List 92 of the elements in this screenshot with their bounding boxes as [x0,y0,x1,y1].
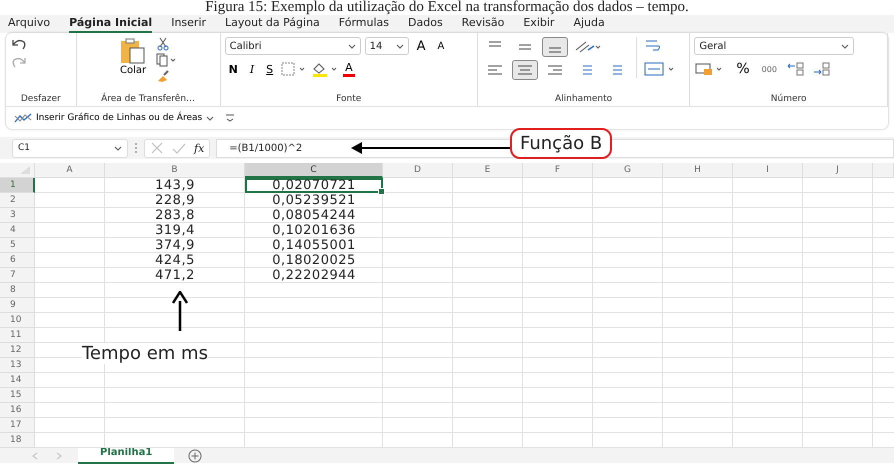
column-header[interactable]: F [523,163,593,178]
row-header[interactable]: 13 [0,358,35,373]
row-header[interactable]: 5 [0,238,35,253]
shrink-font-button[interactable]: A [434,40,448,52]
number-format-dropdown[interactable]: Geral [694,37,854,55]
row-header[interactable]: 8 [0,283,35,298]
paste-button[interactable]: Colar [118,37,148,76]
chevron-down-icon [114,146,122,150]
row-header[interactable]: 11 [0,328,35,343]
column-header[interactable]: C [245,163,383,178]
column-header[interactable]: I [733,163,803,178]
add-sheet-icon[interactable] [188,448,202,462]
column-header[interactable]: H [663,163,733,178]
copy-icon[interactable] [156,53,178,67]
table-cell: 283,8 [155,208,195,223]
row-header[interactable]: 6 [0,253,35,268]
row-header[interactable]: 1 [0,178,35,193]
font-name-dropdown[interactable]: Calibri [224,37,361,55]
column-header[interactable]: J [803,163,873,178]
font-size-dropdown[interactable]: 14 [364,37,409,55]
vertical-align-icon[interactable] [542,37,568,57]
figure-caption: Figura 15: Exemplo da utilização do Excel na transformação dos dados – tempo. [204,0,690,15]
insert-chart-button[interactable]: Inserir Gráfico de Linhas ou de Áreas [14,112,214,124]
ribbon-tab[interactable]: Revisão [462,16,504,31]
table-cell: 374,9 [155,238,195,253]
brush-icon[interactable] [156,69,170,83]
column-header[interactable]: B [105,163,245,178]
font-style-button[interactable]: I [246,62,258,76]
row-header[interactable]: 3 [0,208,35,223]
thousands-button[interactable]: 000 [758,64,781,74]
customize-toolbar-icon[interactable] [224,113,236,123]
table-cell: 0,18020025 [272,253,356,268]
font-style-button[interactable]: N [224,62,242,76]
table-cell: 0,22202944 [272,268,356,283]
row-header[interactable]: 18 [0,433,35,448]
scissors-icon[interactable] [156,37,170,51]
row-header[interactable]: 4 [0,223,35,238]
column-header[interactable]: D [383,163,453,178]
group-label: Alinhamento [554,94,614,104]
chevron-down-icon [841,44,850,48]
ribbon-tab[interactable]: Dados [408,16,443,31]
table-cell: 0,10201636 [272,223,356,238]
chevron-down-icon [396,44,404,48]
table-cell: 0,08054244 [272,208,356,223]
chevron-down-icon [348,44,356,48]
group-label: Número [770,94,808,104]
table-cell: 424,5 [155,253,195,268]
table-cell: 0,02070721 [272,178,356,193]
ribbon-tab[interactable]: Exibir [523,16,554,31]
row-header[interactable]: 7 [0,268,35,283]
font-color-button[interactable]: A [343,61,355,77]
table-cell: 228,9 [155,193,195,208]
ribbon-tab[interactable]: Fórmulas [338,16,390,31]
more-icon [134,142,138,154]
font-style-button[interactable]: S [262,62,278,76]
line-chart-icon [14,112,32,124]
chevron-down-icon [206,116,214,120]
ribbon-tab[interactable]: Inserir [171,16,206,31]
row-header[interactable]: 9 [0,298,35,313]
annotation-label: Função B [510,128,612,159]
column-header[interactable]: E [453,163,523,178]
grow-font-button[interactable]: A [412,38,430,54]
horizontal-align-icon[interactable] [512,60,538,80]
row-header[interactable]: 16 [0,403,35,418]
table-cell: 319,4 [155,223,195,238]
table-cell: 0,14055001 [272,238,356,253]
row-header[interactable]: 15 [0,388,35,403]
row-header[interactable]: 17 [0,418,35,433]
border-icon[interactable] [281,62,308,76]
row-header[interactable]: 12 [0,343,35,358]
group-label: Área de Transferên… [101,94,196,104]
annotation-label: Tempo em ms [82,343,208,364]
row-header[interactable]: 2 [0,193,35,208]
ribbon-tab[interactable]: Layout da Página [225,16,320,31]
column-header[interactable]: A [35,163,105,178]
ribbon-tab[interactable]: Arquivo [8,16,50,31]
table-cell: 471,2 [155,268,195,283]
sheet-tab[interactable]: Planilha1 [78,447,174,464]
row-header[interactable]: 14 [0,373,35,388]
group-label: Desfazer [20,94,62,104]
row-header[interactable]: 10 [0,313,35,328]
name-box[interactable]: C1 [12,138,128,158]
group-label: Fonte [335,94,362,104]
percent-button[interactable]: % [732,61,754,77]
fill-color-icon[interactable] [311,61,340,77]
table-cell: 143,9 [155,178,195,193]
selected-cell[interactable]: 0,02070721 [245,178,383,193]
ribbon-tab[interactable]: Ajuda [573,16,605,31]
insert-function-button[interactable]: fx [194,142,204,154]
table-cell: 0,05239521 [272,193,356,208]
arrow [172,291,188,331]
column-header[interactable]: G [593,163,663,178]
